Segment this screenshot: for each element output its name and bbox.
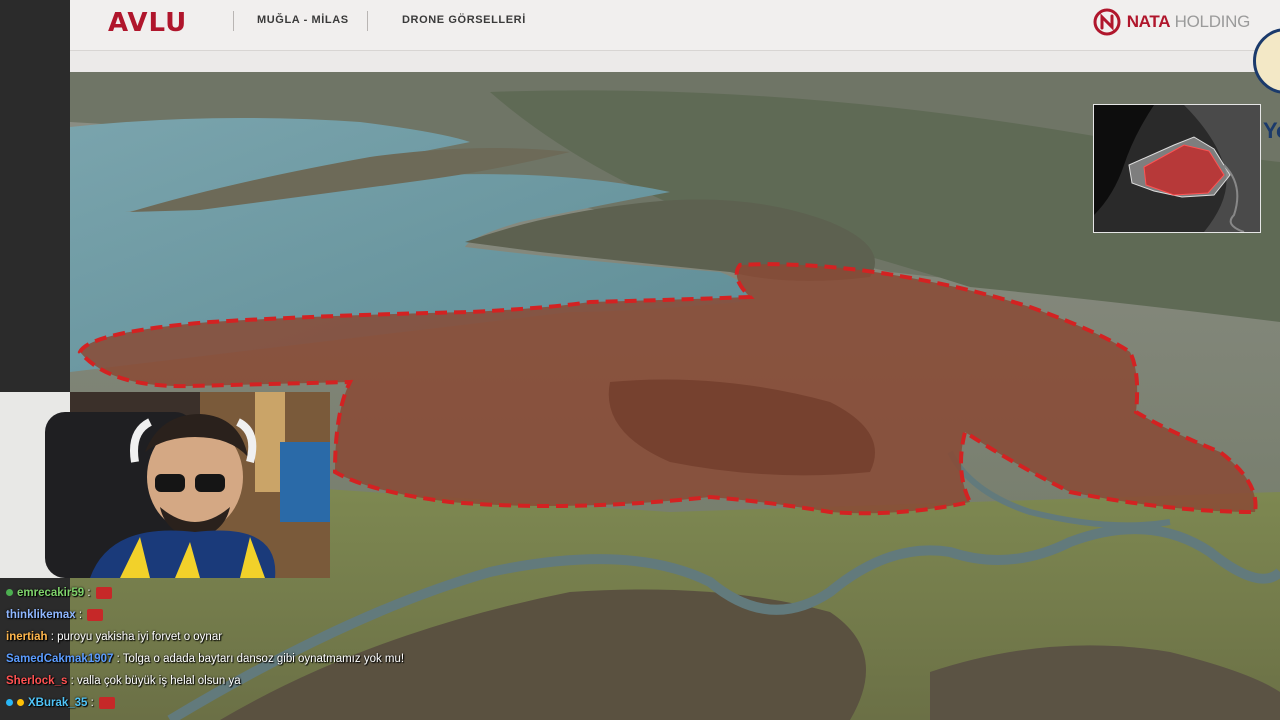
chat-message: inertiah : puroyu yakisha iyi forvet o o… bbox=[0, 626, 440, 648]
chat-message: thinklikemax : bbox=[0, 604, 440, 626]
chat-text: : bbox=[78, 609, 83, 621]
red-emote-icon bbox=[87, 608, 104, 621]
chat-text: : Tolga o adada baytarı dansoz gibi oyna… bbox=[116, 653, 405, 665]
brand-main: NATA bbox=[1126, 12, 1171, 31]
chat-username[interactable]: SamedCakmak1907 bbox=[6, 653, 113, 665]
chat-username[interactable]: thinklikemax bbox=[6, 609, 76, 621]
location-label: MUĞLA - MİLAS bbox=[257, 14, 349, 26]
section-label: DRONE GÖRSELLERİ bbox=[402, 14, 526, 26]
nata-holding-logo: NATA HOLDING bbox=[1093, 7, 1250, 37]
chat-badge-icon bbox=[6, 589, 13, 597]
chat-text: : puroyu yakisha iyi forvet o oynar bbox=[50, 631, 223, 643]
chat-badge-icon bbox=[6, 699, 13, 707]
chat-message: SamedCakmak1907 : Tolga o adada baytarı … bbox=[0, 648, 440, 670]
chat-username[interactable]: Sherlock_s bbox=[6, 675, 67, 687]
stream-chat: emrecakir59 : thinklikemax : inertiah : … bbox=[0, 582, 440, 714]
chat-message: Sherlock_s : valla çok büyük iş helal ol… bbox=[0, 670, 440, 692]
chat-badge-icon bbox=[17, 699, 24, 707]
location-minimap bbox=[1093, 104, 1261, 233]
chat-message: XBurak_35 : bbox=[0, 692, 440, 714]
brand-sub: HOLDING bbox=[1174, 12, 1251, 31]
header-divider bbox=[367, 11, 368, 31]
red-emote-icon bbox=[99, 696, 116, 709]
webcam-overlay bbox=[0, 392, 330, 578]
avlu-logo: AVLU bbox=[108, 8, 188, 38]
header-spacer bbox=[70, 51, 1280, 72]
chat-message: emrecakir59 : bbox=[0, 582, 440, 604]
nata-logo-icon bbox=[1093, 8, 1121, 36]
chat-text: : bbox=[90, 697, 94, 709]
red-emote-icon bbox=[95, 586, 112, 599]
chat-username[interactable]: inertiah bbox=[6, 631, 48, 643]
chat-username[interactable]: XBurak_35 bbox=[28, 697, 87, 709]
side-text: Yo bbox=[1263, 118, 1280, 143]
chat-text: : valla çok büyük iş helal olsun ya bbox=[70, 675, 241, 687]
slide-header: AVLU MUĞLA - MİLAS DRONE GÖRSELLERİ NATA… bbox=[70, 0, 1280, 51]
chat-text: : bbox=[87, 587, 91, 599]
chat-username[interactable]: emrecakir59 bbox=[17, 587, 84, 599]
header-divider bbox=[233, 11, 234, 31]
